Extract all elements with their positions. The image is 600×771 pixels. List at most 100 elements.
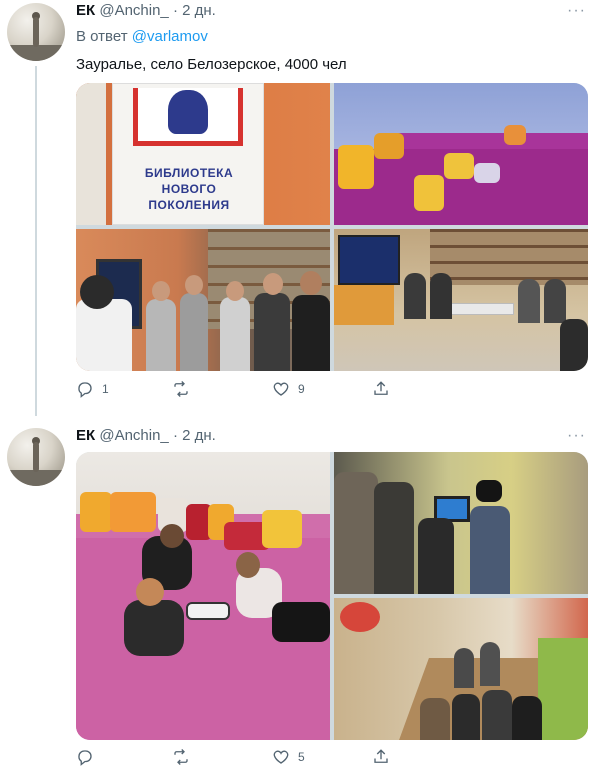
person bbox=[420, 698, 450, 740]
like-count: 9 bbox=[298, 382, 305, 396]
person bbox=[180, 293, 208, 371]
photo-door bbox=[76, 83, 106, 225]
person bbox=[334, 472, 378, 594]
photo-bookshelf bbox=[430, 229, 588, 285]
avatar-ground bbox=[7, 470, 65, 486]
photo-vr-headset[interactable] bbox=[334, 452, 588, 594]
library-logo-icon bbox=[133, 88, 243, 146]
person bbox=[518, 279, 540, 323]
person bbox=[146, 299, 176, 371]
tweet[interactable]: ЕК @Anchin_ · 2 дн. ··· В ответ @varlamo… bbox=[0, 0, 600, 420]
person bbox=[76, 299, 132, 371]
reply-icon bbox=[78, 382, 92, 398]
avatar[interactable] bbox=[7, 3, 65, 61]
photo-group-meeting[interactable] bbox=[76, 229, 330, 371]
person bbox=[512, 696, 542, 740]
media-grid: БИБЛИОТЕКА НОВОГО ПОКОЛЕНИЯ bbox=[76, 83, 588, 371]
separator-dot: · bbox=[172, 427, 178, 444]
user-handle[interactable]: @Anchin_ bbox=[99, 2, 168, 19]
pillow bbox=[262, 510, 302, 548]
photo-green-wall bbox=[538, 638, 588, 740]
child-legs bbox=[272, 602, 330, 642]
pillow bbox=[414, 175, 444, 211]
avatar-ground bbox=[7, 45, 65, 61]
person bbox=[292, 295, 330, 371]
person-vr bbox=[470, 506, 510, 594]
photo-decor bbox=[340, 602, 380, 632]
more-options-icon[interactable]: ··· bbox=[567, 2, 586, 20]
retweet-icon bbox=[174, 749, 188, 765]
user-handle[interactable]: @Anchin_ bbox=[99, 427, 168, 444]
photo-library-sign[interactable]: БИБЛИОТЕКА НОВОГО ПОКОЛЕНИЯ bbox=[76, 83, 330, 225]
vr-headset-icon bbox=[476, 480, 502, 502]
tweet-text: Зауралье, село Белозерское, 4000 чел bbox=[76, 56, 347, 73]
child-head bbox=[136, 578, 164, 606]
photo-tv bbox=[338, 235, 400, 285]
person-head bbox=[263, 273, 283, 295]
avatar-figure bbox=[33, 17, 39, 47]
reply-to-handle[interactable]: @varlamov bbox=[132, 28, 208, 45]
board-game bbox=[186, 602, 230, 620]
tweet-age[interactable]: 2 дн. bbox=[182, 2, 216, 19]
like-button[interactable]: 9 bbox=[272, 378, 305, 400]
sign-line: НОВОГО bbox=[161, 182, 217, 196]
person bbox=[374, 482, 414, 594]
reply-button[interactable]: 1 bbox=[76, 378, 109, 400]
avatar-figure bbox=[33, 442, 39, 472]
person-head bbox=[226, 281, 244, 301]
more-options-icon[interactable]: ··· bbox=[567, 427, 586, 445]
library-sign-board: БИБЛИОТЕКА НОВОГО ПОКОЛЕНИЯ bbox=[112, 83, 264, 225]
person bbox=[254, 293, 290, 371]
reply-context: В ответ @varlamov bbox=[76, 28, 208, 45]
person bbox=[404, 273, 426, 319]
thread-line bbox=[35, 66, 37, 416]
child bbox=[124, 600, 184, 656]
reply-prefix: В ответ bbox=[76, 28, 128, 45]
pillow bbox=[374, 133, 404, 159]
person bbox=[430, 273, 452, 319]
child-head bbox=[236, 552, 260, 578]
person-head bbox=[185, 275, 203, 295]
photo-sofa-room[interactable] bbox=[334, 83, 588, 225]
retweet-icon bbox=[174, 381, 188, 397]
photo-stairs-group[interactable] bbox=[334, 598, 588, 740]
sign-line: ПОКОЛЕНИЯ bbox=[148, 198, 230, 212]
sign-line: БИБЛИОТЕКА bbox=[144, 166, 234, 180]
share-button[interactable] bbox=[372, 378, 390, 400]
tweet-header: ЕК @Anchin_ · 2 дн. bbox=[76, 427, 216, 447]
share-button[interactable] bbox=[372, 746, 390, 768]
retweet-button[interactable] bbox=[172, 746, 198, 768]
tweet-actions: 5 bbox=[76, 746, 588, 770]
person-head bbox=[80, 275, 114, 309]
child-head bbox=[160, 524, 184, 548]
person bbox=[560, 319, 588, 371]
media-grid bbox=[76, 452, 588, 740]
reply-button[interactable] bbox=[76, 746, 102, 768]
tweet-header: ЕК @Anchin_ · 2 дн. bbox=[76, 2, 216, 22]
reading-bird-icon bbox=[168, 90, 208, 134]
display-name[interactable]: ЕК bbox=[76, 2, 95, 19]
pillow bbox=[504, 125, 526, 145]
reply-count: 1 bbox=[102, 382, 109, 396]
share-icon bbox=[374, 381, 388, 395]
display-name[interactable]: ЕК bbox=[76, 427, 95, 444]
retweet-button[interactable] bbox=[172, 378, 198, 400]
person bbox=[482, 690, 512, 740]
pillow bbox=[338, 145, 374, 189]
tweet-age[interactable]: 2 дн. bbox=[182, 427, 216, 444]
like-count: 5 bbox=[298, 750, 305, 764]
heart-icon bbox=[273, 382, 289, 396]
avatar[interactable] bbox=[7, 428, 65, 486]
person bbox=[220, 297, 250, 371]
person-head bbox=[300, 271, 322, 295]
like-button[interactable]: 5 bbox=[272, 746, 305, 768]
person bbox=[480, 642, 500, 686]
photo-tv-room[interactable] bbox=[334, 229, 588, 371]
person bbox=[418, 518, 454, 594]
reply-icon bbox=[78, 750, 92, 766]
person bbox=[544, 279, 566, 323]
tweet-actions: 1 9 bbox=[76, 378, 588, 402]
person bbox=[454, 648, 474, 688]
pillow bbox=[444, 153, 474, 179]
photo-kids-on-sofa[interactable] bbox=[76, 452, 330, 740]
